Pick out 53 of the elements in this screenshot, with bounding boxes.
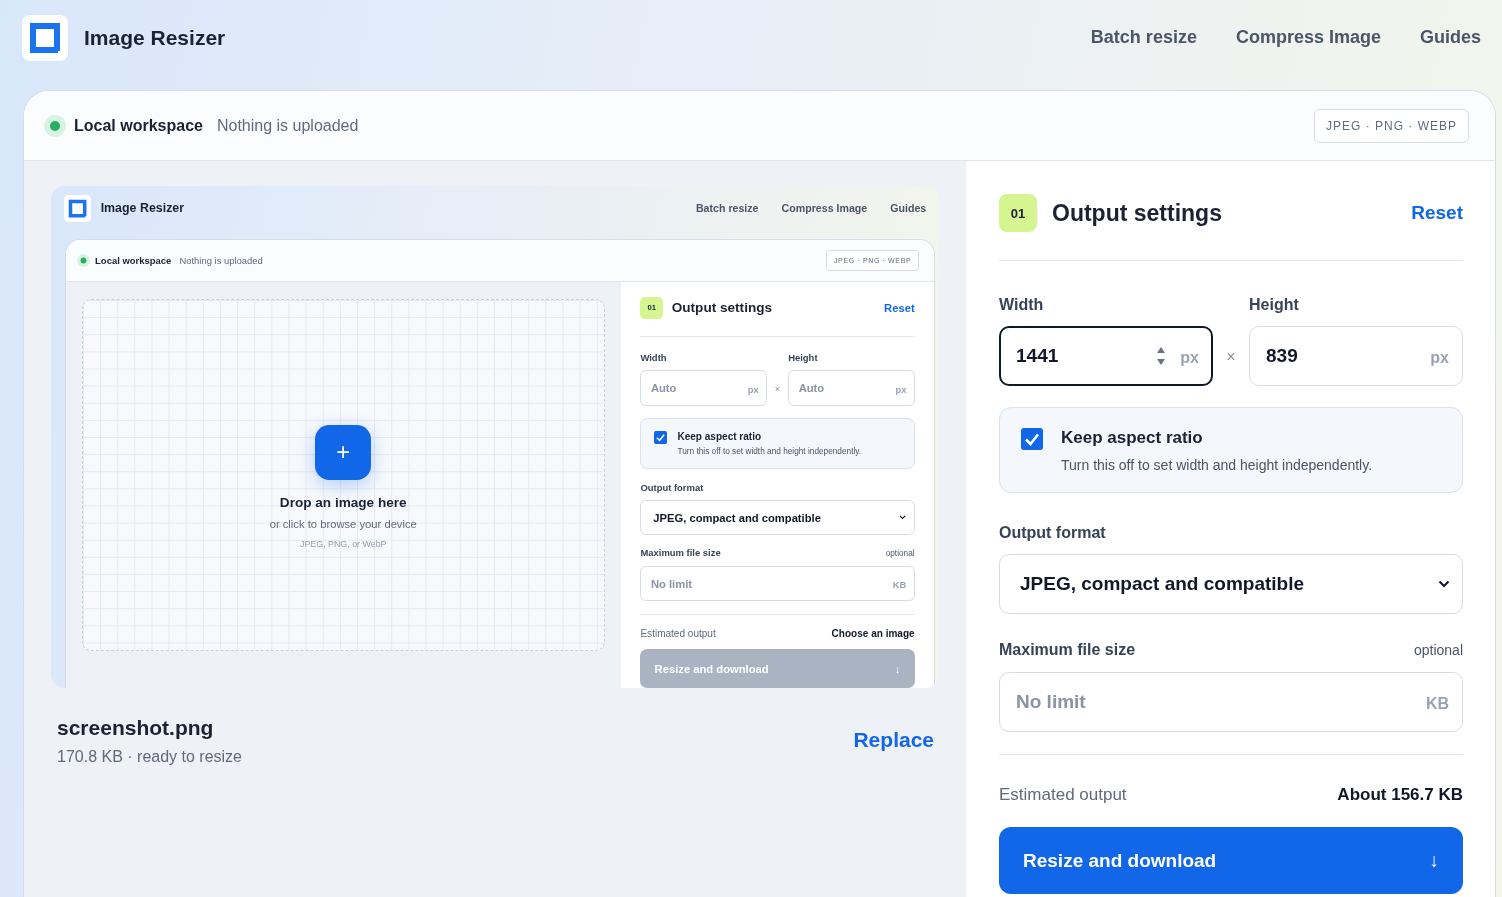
estimate-value: About 156.7 KB (1337, 785, 1463, 805)
resize-download-button[interactable]: Resize and download ↓ (999, 827, 1463, 894)
nav-link[interactable]: Guides (890, 202, 927, 215)
nav-link[interactable]: Batch resize (695, 202, 759, 215)
workspace-status: Nothing is uploaded (179, 255, 263, 267)
field-label: Height (788, 352, 819, 364)
checkbox-label: Keep aspect ratio (677, 430, 763, 442)
app-title: Image Resizer (84, 25, 226, 50)
drop-zone[interactable]: + Drop an image here or click to browse your device JPEG, PNG, or WebP (81, 299, 605, 651)
step-badge: 01 (999, 194, 1037, 232)
unit-label: px (1430, 349, 1449, 367)
format-select[interactable]: JPEG, compact and compatible (999, 554, 1463, 614)
field-label: Maximum file size (999, 641, 1136, 659)
estimate-label: Estimated output (999, 785, 1127, 805)
nav-link[interactable]: Compress Image (1235, 27, 1381, 48)
unit-label: px (747, 383, 759, 395)
field-label: Width (999, 296, 1045, 314)
app-title: Image Resizer (100, 201, 185, 216)
unit-label: KB (892, 579, 907, 591)
field-label: Output format (640, 481, 705, 493)
workspace-status: Nothing is uploaded (216, 116, 359, 135)
nav-link[interactable]: Compress Image (781, 202, 868, 215)
replace-link[interactable]: Replace (853, 728, 934, 752)
panel-title: Output settings (1052, 199, 1222, 227)
unit-label: px (895, 383, 907, 395)
field-label: Height (1249, 296, 1300, 314)
reset-link[interactable]: Reset (1411, 202, 1463, 224)
estimate-label: Estimated output (640, 628, 716, 640)
workspace-name: Local workspace (95, 255, 172, 267)
checkbox-hint: Turn this off to set width and height independently. (1061, 457, 1373, 473)
estimate-value: Choose an image (831, 628, 915, 640)
checkbox-label: Keep aspect ratio (1061, 428, 1204, 448)
field-label: Maximum file size (640, 547, 721, 559)
panel-title: Output settings (671, 300, 773, 316)
times-sign: × (1225, 348, 1237, 367)
nav-link[interactable]: Batch resize (1090, 27, 1197, 48)
drop-title: Drop an image here (279, 495, 407, 511)
file-name: screenshot.png (57, 716, 215, 740)
file-meta: 170.8 KB · ready to resize (57, 748, 242, 766)
add-button[interactable]: + (315, 424, 371, 481)
formats-badge: JPEG · PNG · WEBP (1314, 108, 1469, 143)
reset-link[interactable]: Reset (884, 301, 915, 314)
drop-subtitle: or click to browse your device (269, 517, 417, 530)
field-label: Width (640, 352, 668, 364)
optional-note: optional (1413, 642, 1463, 658)
format-select[interactable]: JPEG, compact and compatible (640, 499, 915, 536)
nav-link[interactable]: Guides (1420, 27, 1481, 48)
field-label: Output format (999, 524, 1107, 542)
workspace-name: Local workspace (74, 116, 203, 135)
unit-label: KB (1425, 695, 1449, 713)
drop-hint: JPEG, PNG, or WebP (300, 539, 387, 549)
unit-label: px (1180, 349, 1199, 367)
times-sign: × (773, 382, 782, 396)
